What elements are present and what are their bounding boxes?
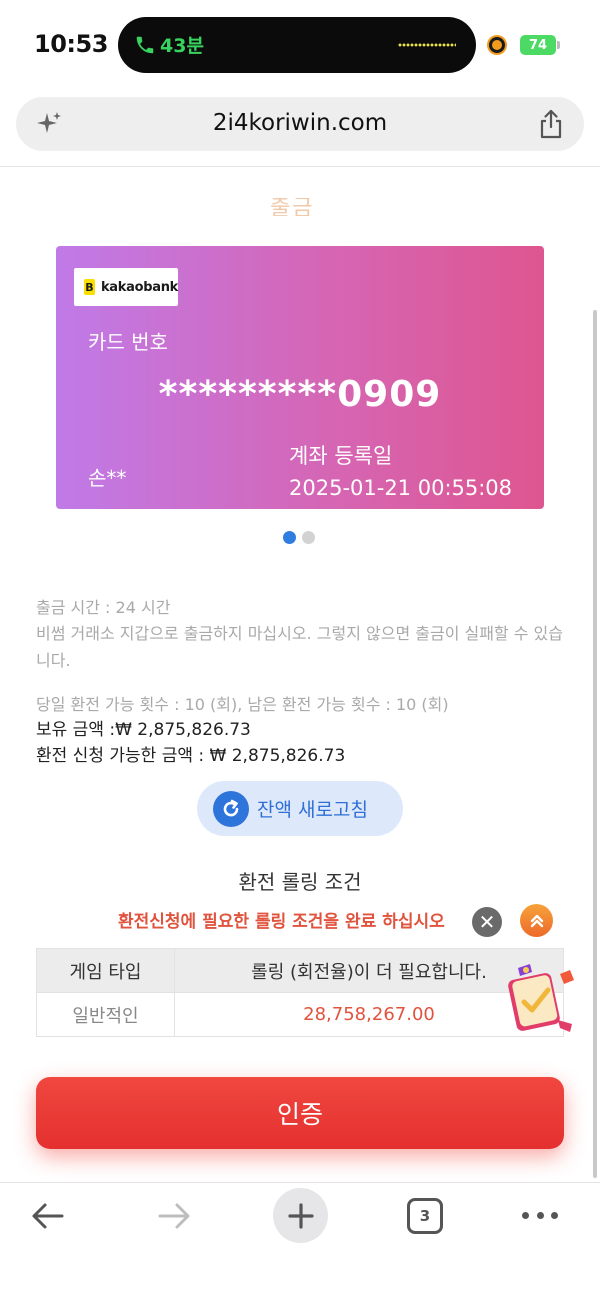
phone-icon <box>136 36 154 53</box>
card-holder: 손** <box>88 466 127 490</box>
rolling-table: 게임 타입 롤링 (회전율)이 더 필요합니다. 일반적인 28,758,267… <box>36 948 564 1037</box>
section-header-cut: 출금 <box>270 198 315 216</box>
plus-icon <box>287 1202 314 1229</box>
bank-logo-mark-icon: B <box>84 279 95 295</box>
divider <box>0 166 600 167</box>
gift-checklist-icon[interactable] <box>500 962 580 1038</box>
more-icon[interactable] <box>522 1212 558 1220</box>
column-header-game-type: 게임 타입 <box>36 948 175 993</box>
card-number: *********0909 <box>158 374 442 415</box>
carousel-dots <box>283 531 315 544</box>
withdraw-warning: 비썸 거래소 지갑으로 출금하지 마십시오. 그렇지 않으면 출금이 실패할 수… <box>36 624 563 670</box>
tabs-icon[interactable]: 3 <box>407 1198 443 1234</box>
refresh-icon <box>213 790 249 827</box>
card-number-label: 카드 번호 <box>88 330 168 354</box>
clock: 10:53 <box>34 30 108 58</box>
carousel-dot-2[interactable] <box>302 531 315 544</box>
verify-button[interactable]: 인증 <box>36 1077 564 1149</box>
status-bar: 10:53 43분 74 <box>0 0 600 90</box>
bank-card[interactable]: B kakaobank 카드 번호 *********0909 손** 계좌 등… <box>56 246 544 509</box>
back-arrow-icon[interactable] <box>28 1196 68 1236</box>
balance: 보유 금액 :₩ 2,875,826.73 <box>36 720 251 740</box>
registered-date: 2025-01-21 00:55:08 <box>289 476 513 500</box>
new-tab-button[interactable] <box>273 1188 328 1243</box>
withdraw-time: 출금 시간 : 24 시간 <box>36 598 171 617</box>
bank-logo-text: kakaobank <box>100 279 178 295</box>
battery-level: 74 <box>528 37 548 53</box>
tab-count: 3 <box>419 1207 431 1225</box>
forward-arrow-icon[interactable] <box>154 1196 194 1236</box>
audio-waveform <box>398 43 456 47</box>
battery-tip <box>557 41 560 49</box>
address-bar[interactable]: 2i4koriwin.com <box>16 97 584 151</box>
battery-charging-icon: 74 <box>520 35 556 55</box>
share-icon[interactable] <box>536 108 566 140</box>
carousel-dot-1[interactable] <box>283 531 296 544</box>
table-header-row: 게임 타입 롤링 (회전율)이 더 필요합니다. <box>36 948 564 993</box>
close-icon[interactable]: ✕ <box>472 907 502 937</box>
scrollbar[interactable] <box>593 310 597 1178</box>
cell-game-type: 일반적인 <box>36 992 175 1037</box>
table-row: 일반적인 28,758,267.00 <box>36 992 564 1037</box>
url-text[interactable]: 2i4koriwin.com <box>16 110 584 136</box>
scroll-top-icon[interactable] <box>520 904 553 937</box>
refresh-balance-button[interactable]: 잔액 새로고침 <box>197 781 403 836</box>
exchange-count: 당일 환전 가능 횟수 : 10 (회), 남은 환전 가능 횟수 : 10 (… <box>36 695 449 714</box>
bank-logo: B kakaobank <box>74 268 178 306</box>
available-amount: 환전 신청 가능한 금액 : ₩ 2,875,826.73 <box>36 746 346 766</box>
registered-label: 계좌 등록일 <box>289 444 393 468</box>
divider <box>0 1182 600 1183</box>
call-indicator[interactable]: 43분 <box>134 31 204 58</box>
rolling-title: 환전 롤링 조건 <box>238 870 362 894</box>
rolling-notice: 환전신청에 필요한 롤링 조건을 완료 하십시오 <box>118 912 445 932</box>
recording-dot-icon <box>489 37 505 53</box>
dynamic-island[interactable]: 43분 <box>118 17 476 73</box>
call-duration: 43분 <box>160 35 204 57</box>
refresh-balance-label: 잔액 새로고침 <box>257 799 368 821</box>
